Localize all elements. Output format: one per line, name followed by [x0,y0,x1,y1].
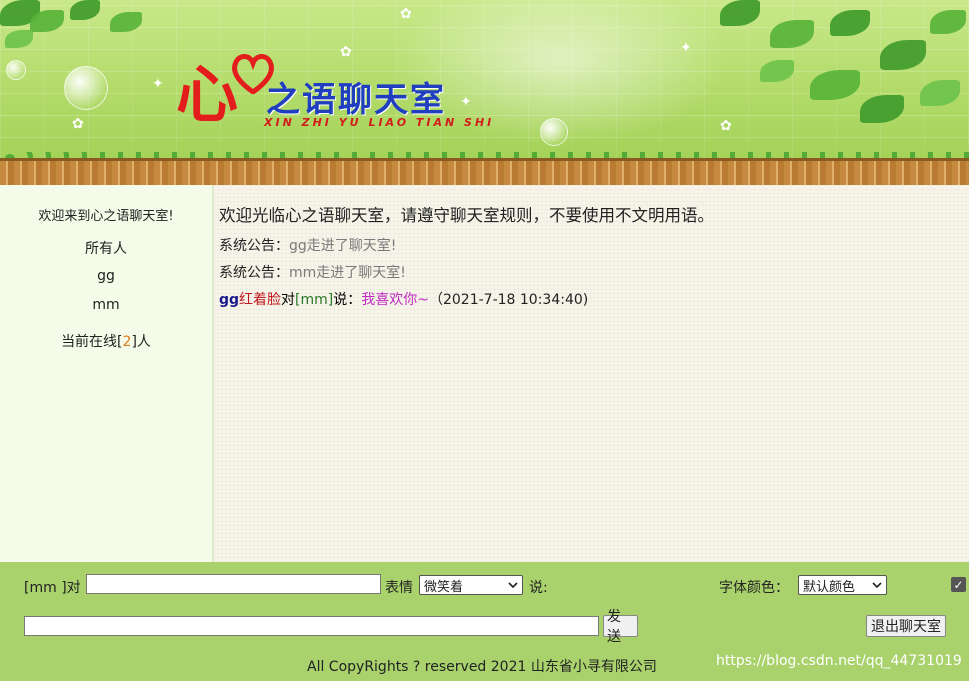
chat-message: gg红着脸对[mm]说：我喜欢你~（2021-7-18 10:34:40) [219,289,588,309]
private-checkbox[interactable]: ✓ [951,577,966,592]
bubble-decoration [64,66,108,110]
notice-text: mm走进了聊天室! [289,265,406,281]
online-count-text: 当前在线[2]人 [0,331,212,351]
font-color-label: 字体颜色： [719,580,789,596]
system-notice: 系统公告：mm走进了聊天室! [219,262,406,282]
sparkle-icon: ✿ [400,6,412,22]
online-prefix: 当前在线[ [61,334,123,350]
sparkle-icon: ✿ [72,116,84,132]
system-notice: 系统公告：gg走进了聊天室! [219,235,396,255]
message-recipient: [mm] [295,292,334,308]
message-shuo: 说： [333,292,362,308]
user-list-item-mm[interactable]: mm [0,297,212,313]
message-sender: gg [219,292,240,308]
bubble-decoration [6,60,26,80]
sidebar-welcome: 欢迎来到心之语聊天室! [38,209,174,224]
message-dui: 对 [281,292,296,308]
target-label: [mm ]对 [24,580,81,596]
user-list-item-gg[interactable]: gg [0,268,212,284]
expression-label: 表情 [385,580,413,596]
sparkle-icon: ✿ [720,118,732,134]
target-user-input[interactable] [86,574,381,594]
say-label: 说: [529,580,548,596]
csdn-watermark: https://blog.csdn.net/qq_44731019 [716,653,962,669]
logo-title: 之语聊天室 [266,80,446,120]
user-list-item-all[interactable]: 所有人 [0,238,212,258]
online-suffix: ]人 [131,334,151,350]
expression-selected-value: 微笑着 [424,579,464,595]
font-color-select[interactable]: 默认颜色 [798,575,887,595]
sparkle-icon: ✦ [680,40,692,56]
notice-label: 系统公告： [219,265,289,281]
copyright-footer: All CopyRights ? reserved 2021 山东省小寻有限公司 [307,659,657,675]
logo-heart-character: 心 [176,58,239,131]
message-timestamp: （2021-7-18 10:34:40) [428,292,589,308]
checkmark-icon: ✓ [953,577,964,592]
chevron-down-icon [872,582,882,588]
site-logo: 心 之语聊天室 XIN ZHI YU LIAO TIAN SHI [172,44,512,134]
font-color-selected-value: 默认颜色 [803,579,856,595]
wooden-fence [0,158,969,185]
message-expression: 红着脸 [239,292,282,308]
send-button[interactable]: 发送 [603,609,638,645]
chat-message-area: 欢迎光临心之语聊天室，请遵守聊天室规则，不要使用不文明用语。 系统公告：gg走进… [214,185,969,562]
notice-text: gg走进了聊天室! [289,238,397,254]
expression-select[interactable]: 微笑着 [419,575,523,595]
logo-pinyin: XIN ZHI YU LIAO TIAN SHI [264,116,495,129]
message-input[interactable] [24,616,599,636]
user-sidebar: 欢迎来到心之语聊天室! 所有人 gg mm 当前在线[2]人 [0,185,214,562]
chat-welcome-message: 欢迎光临心之语聊天室，请遵守聊天室规则，不要使用不文明用语。 [219,206,714,225]
bottom-control-bar: [mm ]对 表情 微笑着 说: 字体颜色： 默认颜色 ✓ 发送 退出聊天室 A… [0,562,969,681]
exit-chatroom-button[interactable]: 退出聊天室 [866,615,946,637]
bubble-decoration [540,118,568,146]
header-banner: ✿ ✿ ✦ ✿ ✦ ✿ ✦ 心 之语聊天室 XIN ZHI YU LIAO TI… [0,0,969,185]
chevron-down-icon [508,582,518,588]
message-text: 我喜欢你~ [361,292,429,308]
notice-label: 系统公告： [219,238,289,254]
sparkle-icon: ✦ [152,76,164,92]
